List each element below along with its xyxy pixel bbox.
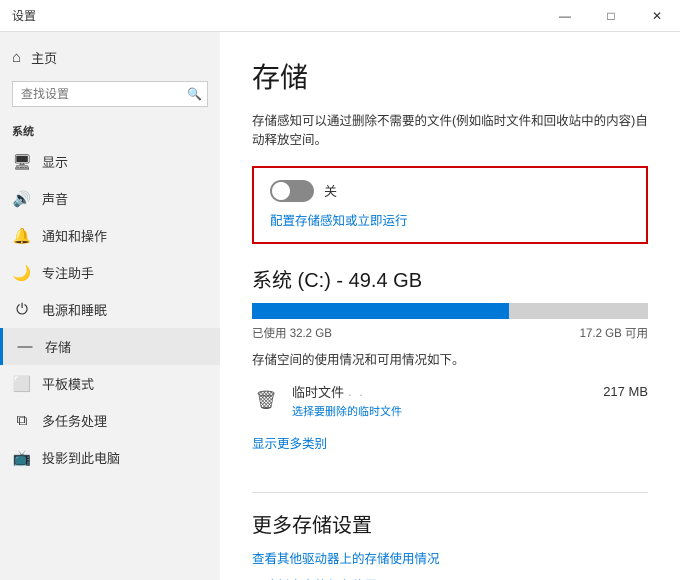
sidebar-item-sound[interactable]: 🔊 声音: [0, 180, 220, 217]
power-icon: ⏻: [12, 301, 32, 318]
storage-bar-used: [252, 303, 509, 319]
temp-files-size: 217 MB: [603, 384, 648, 399]
sidebar-section-title: 系统: [0, 113, 220, 143]
trash-icon: 🗑: [255, 390, 278, 411]
sidebar-item-focus[interactable]: 🌙 专注助手: [0, 254, 220, 291]
toggle-label: 关: [324, 181, 337, 200]
content-area: 存储 存储感知可以通过删除不需要的文件(例如临时文件和回收站中的内容)自动释放空…: [220, 32, 680, 580]
show-more-link[interactable]: 显示更多类别: [252, 433, 327, 452]
sidebar-item-storage[interactable]: — 存储: [0, 328, 220, 365]
search-icon: 🔍: [187, 87, 202, 101]
sidebar-item-label: 存储: [45, 337, 71, 356]
search-input[interactable]: [12, 81, 208, 107]
sidebar-item-multitask[interactable]: ⧉ 多任务处理: [0, 402, 220, 439]
sidebar-item-label: 专注助手: [42, 263, 94, 282]
tablet-icon: ⬜: [12, 375, 32, 393]
trash-icon-box: 🗑: [252, 386, 280, 414]
config-link[interactable]: 配置存储感知或立即运行: [270, 210, 408, 229]
storage-sense-description: 存储感知可以通过删除不需要的文件(例如临时文件和回收站中的内容)自动释放空间。: [252, 112, 648, 150]
sidebar-search-box: 🔍: [12, 81, 208, 107]
sidebar-item-tablet[interactable]: ⬜ 平板模式: [0, 365, 220, 402]
notifications-icon: 🔔: [12, 227, 32, 245]
sound-icon: 🔊: [12, 190, 32, 208]
sidebar-home-item[interactable]: ⌂ 主页: [0, 40, 220, 75]
sidebar-item-label: 声音: [42, 189, 68, 208]
sidebar-item-project[interactable]: 📺 投影到此电脑: [0, 439, 220, 476]
display-icon: 🖥: [12, 153, 32, 171]
files-info: 临时文件 . . 217 MB 选择要删除的临时文件: [292, 382, 648, 419]
sidebar-item-label: 投影到此电脑: [42, 448, 120, 467]
more-link-1[interactable]: 查看其他驱动器上的存储使用情况: [252, 548, 648, 567]
sidebar-item-label: 多任务处理: [42, 411, 107, 430]
sidebar-item-label: 电源和睡眠: [42, 300, 107, 319]
page-title: 存储: [252, 56, 648, 96]
sidebar-item-label: 通知和操作: [42, 226, 107, 245]
focus-icon: 🌙: [12, 264, 32, 282]
temp-files-link[interactable]: 选择要删除的临时文件: [292, 403, 648, 419]
maximize-button[interactable]: □: [588, 0, 634, 32]
used-label: 已使用 32.2 GB: [252, 325, 332, 341]
sidebar-item-label: 显示: [42, 152, 68, 171]
storage-icon: —: [15, 338, 35, 355]
storage-info-row: 已使用 32.2 GB 17.2 GB 可用: [252, 325, 648, 341]
storage-sense-toggle-box: 关 配置存储感知或立即运行: [252, 166, 648, 244]
titlebar: 设置 — □ ✕: [0, 0, 680, 32]
sidebar-item-notifications[interactable]: 🔔 通知和操作: [0, 217, 220, 254]
more-section-title: 更多存储设置: [252, 509, 648, 538]
temp-files-name: 临时文件 . .: [292, 382, 365, 401]
sidebar-home-label: 主页: [31, 48, 57, 67]
divider: [252, 492, 648, 493]
close-button[interactable]: ✕: [634, 0, 680, 32]
toggle-row: 关: [270, 180, 630, 202]
multitask-icon: ⧉: [12, 412, 32, 429]
storage-sense-toggle[interactable]: [270, 180, 314, 202]
settings-window: 设置 — □ ✕ ⌂ 主页 🔍 系统 🖥 显示 🔊: [0, 0, 680, 580]
main-layout: ⌂ 主页 🔍 系统 🖥 显示 🔊 声音 🔔 通知和操作 🌙: [0, 32, 680, 580]
free-label: 17.2 GB 可用: [580, 325, 648, 341]
project-icon: 📺: [12, 449, 32, 467]
more-link-2[interactable]: 更改新内容的保存位置: [252, 575, 648, 580]
titlebar-controls: — □ ✕: [542, 0, 680, 32]
sidebar-item-display[interactable]: 🖥 显示: [0, 143, 220, 180]
drive-title: 系统 (C:) - 49.4 GB: [252, 264, 648, 293]
files-dots: . .: [348, 384, 365, 399]
sidebar-item-power[interactable]: ⏻ 电源和睡眠: [0, 291, 220, 328]
storage-desc: 存储空间的使用情况和可用情况如下。: [252, 349, 648, 368]
sidebar-item-label: 平板模式: [42, 374, 94, 393]
home-icon: ⌂: [12, 49, 21, 66]
temp-files-row: 🗑 临时文件 . . 217 MB 选择要删除的临时文件: [252, 382, 648, 419]
storage-bar: [252, 303, 648, 319]
titlebar-title: 设置: [12, 7, 36, 24]
minimize-button[interactable]: —: [542, 0, 588, 32]
sidebar: ⌂ 主页 🔍 系统 🖥 显示 🔊 声音 🔔 通知和操作 🌙: [0, 32, 220, 580]
